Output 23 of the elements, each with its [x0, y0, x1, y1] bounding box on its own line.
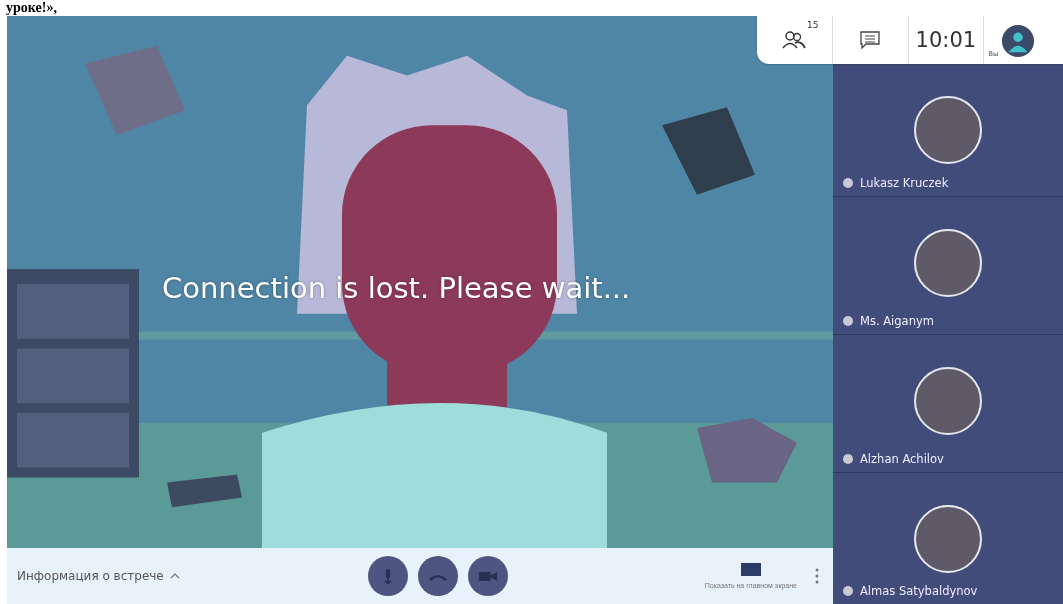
more-options-icon[interactable] [815, 568, 819, 584]
info-icon[interactable] [843, 178, 853, 188]
camera-icon [477, 569, 498, 583]
participant-name: Alzhan Achilov [860, 452, 944, 466]
info-icon[interactable] [843, 316, 853, 326]
screen-icon [740, 563, 761, 576]
chevron-up-icon[interactable] [169, 573, 180, 579]
clock-time: 10:01 [907, 16, 984, 64]
participant-name: Lukasz Kruczek [860, 176, 949, 190]
participants-count: 15 [807, 20, 819, 30]
microphone-button[interactable] [367, 556, 408, 596]
info-icon[interactable] [843, 454, 853, 464]
chat-icon[interactable] [859, 30, 882, 50]
hang-up-button[interactable] [417, 556, 458, 596]
meeting-info-button[interactable]: Информация о встрече [17, 569, 164, 583]
caption-text: уроке!», [6, 0, 57, 16]
info-icon[interactable] [843, 586, 853, 596]
microphone-icon [383, 568, 392, 584]
participant-name: Ms. Aiganym [860, 314, 934, 328]
camera-button[interactable] [467, 556, 508, 596]
participant-name: Almas Satybaldynov [860, 584, 978, 598]
participants-icon[interactable] [781, 30, 808, 50]
user-avatar-icon[interactable] [1000, 24, 1035, 58]
